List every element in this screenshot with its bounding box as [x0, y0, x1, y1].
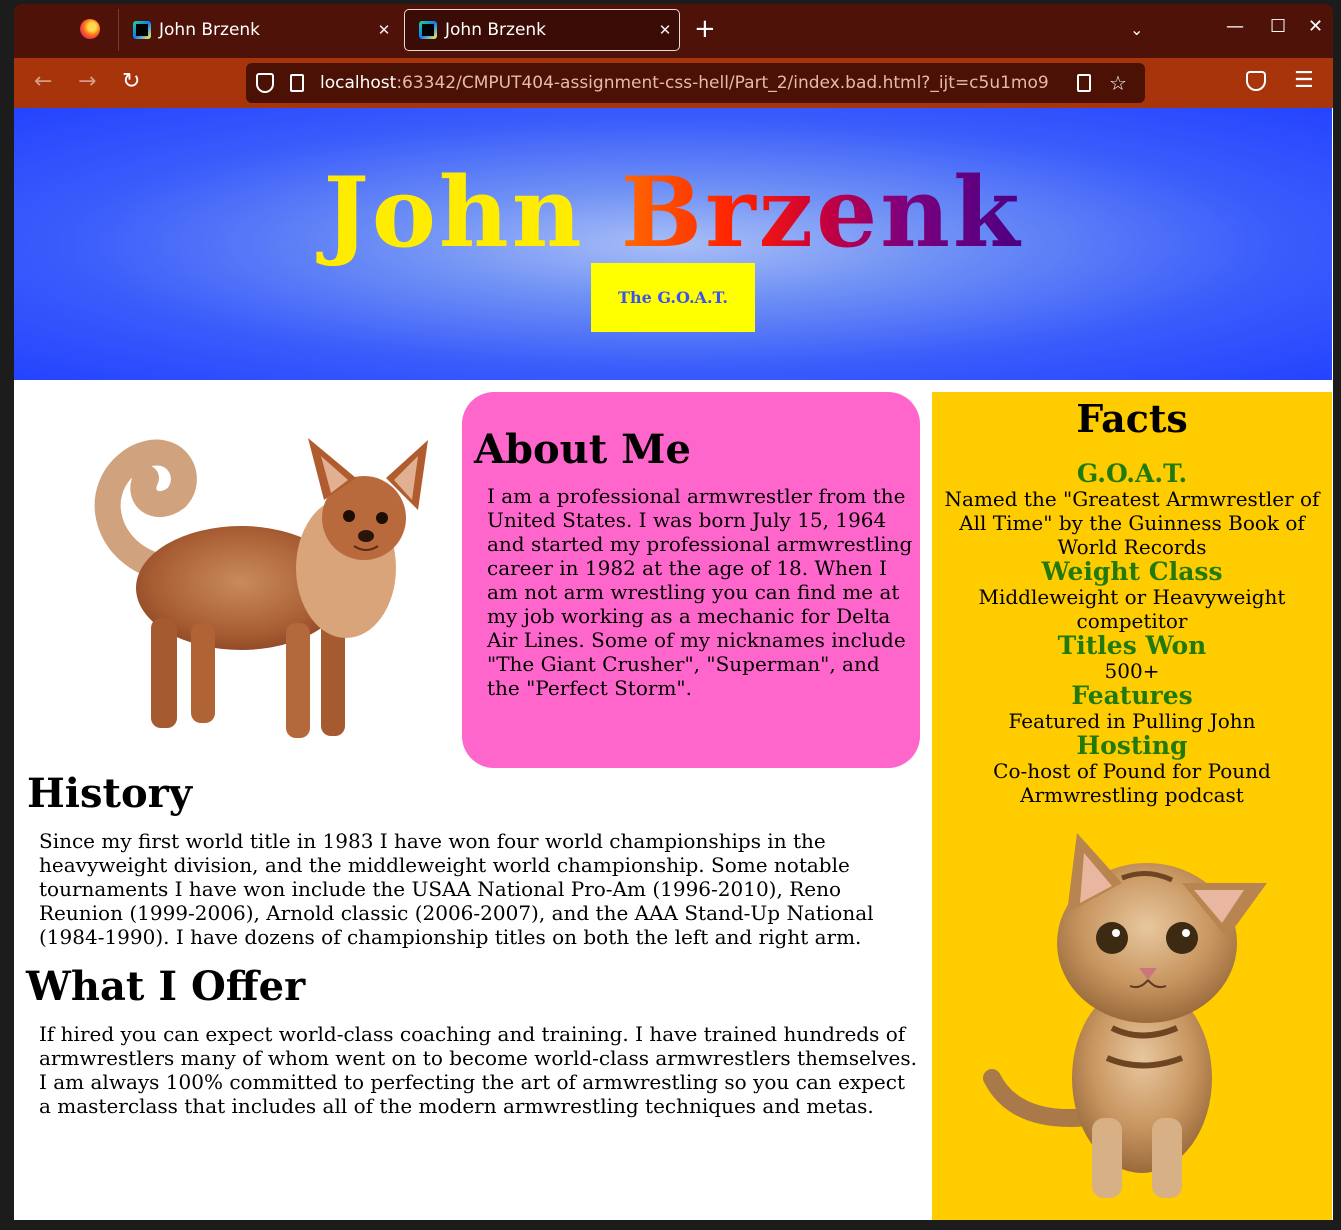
- tab-1[interactable]: John Brzenk ✕: [118, 9, 398, 51]
- fact-heading: Weight Class: [1041, 557, 1223, 586]
- tab-2-active[interactable]: John Brzenk ✕: [404, 9, 680, 51]
- fact-item: G.O.A.T. Named the "Greatest Armwrestler…: [932, 459, 1332, 560]
- tab-strip: John Brzenk ✕ John Brzenk ✕ + ⌄ — ☐ ✕: [14, 4, 1333, 58]
- forward-arrow-icon[interactable]: →: [78, 70, 96, 94]
- maximize-icon[interactable]: ☐: [1270, 16, 1286, 37]
- close-icon[interactable]: ✕: [651, 21, 679, 39]
- fact-item: Titles Won 500+: [932, 631, 1332, 684]
- close-icon[interactable]: ✕: [370, 21, 398, 39]
- shield-icon[interactable]: [256, 73, 274, 93]
- page-icon[interactable]: [290, 74, 304, 92]
- about-card: About Me I am a professional armwrestler…: [462, 392, 920, 768]
- url-host: localhost: [320, 73, 397, 93]
- reload-icon[interactable]: ↻: [122, 70, 140, 94]
- about-text: I am a professional armwrestler from the…: [487, 484, 913, 700]
- fact-item: Features Featured in Pulling John: [932, 681, 1332, 734]
- kitten-image: [983, 833, 1267, 1198]
- chevron-down-icon[interactable]: ⌄: [1130, 20, 1143, 39]
- fact-heading: Features: [1071, 681, 1193, 710]
- navigation-toolbar: ← → ↻ localhost:63342/CMPUT404-assignmen…: [14, 58, 1333, 108]
- address-bar[interactable]: localhost:63342/CMPUT404-assignment-css-…: [246, 63, 1145, 103]
- url-path: :63342/CMPUT404-assignment-css-hell/Part…: [396, 73, 1049, 93]
- tab-title: John Brzenk: [445, 20, 547, 40]
- facts-sidebar: Facts G.O.A.T. Named the "Greatest Armwr…: [932, 392, 1332, 1220]
- minimize-icon[interactable]: —: [1226, 16, 1244, 37]
- pocket-icon[interactable]: [1246, 71, 1266, 91]
- fact-text: Co-host of Pound for Pound Armwrestling …: [993, 759, 1271, 807]
- fact-heading: Titles Won: [1057, 631, 1207, 660]
- reader-view-icon[interactable]: [1077, 74, 1091, 92]
- fact-text: Middleweight or Heavyweight competitor: [978, 585, 1286, 633]
- fact-heading: G.O.A.T.: [1076, 459, 1188, 488]
- history-text: Since my first world title in 1983 I hav…: [39, 829, 874, 949]
- firefox-logo-icon[interactable]: [80, 19, 100, 39]
- page-title: John Brzenk: [14, 156, 1332, 269]
- goat-badge: The G.O.A.T.: [591, 263, 755, 332]
- offer-heading: What I Offer: [26, 963, 306, 1010]
- webstorm-icon: [133, 21, 151, 39]
- webstorm-icon: [419, 21, 437, 39]
- window-close-icon[interactable]: ✕: [1308, 16, 1323, 37]
- first-name: John: [323, 156, 585, 269]
- last-name: Brzenk: [620, 156, 1023, 269]
- page-viewport: John Brzenk The G.O.A.T. About Me I am a…: [14, 108, 1333, 1220]
- fact-text: Named the "Greatest Armwrestler of All T…: [944, 487, 1320, 559]
- hamburger-menu-icon[interactable]: ☰: [1294, 68, 1314, 93]
- offer-text: If hired you can expect world-class coac…: [39, 1022, 917, 1118]
- new-tab-button[interactable]: +: [694, 16, 716, 42]
- fact-text: 500+: [1104, 659, 1160, 683]
- facts-list: G.O.A.T. Named the "Greatest Armwrestler…: [932, 459, 1332, 808]
- chihuahua-image: [94, 438, 428, 738]
- fact-text: Featured in Pulling John: [1008, 709, 1256, 733]
- fact-heading: Hosting: [1076, 731, 1188, 760]
- fact-item: Hosting Co-host of Pound for Pound Armwr…: [932, 731, 1332, 808]
- tab-title: John Brzenk: [159, 20, 261, 40]
- fact-item: Weight Class Middleweight or Heavyweight…: [932, 557, 1332, 634]
- url-text[interactable]: localhost:63342/CMPUT404-assignment-css-…: [320, 73, 1065, 93]
- history-heading: History: [27, 770, 192, 817]
- back-arrow-icon[interactable]: ←: [34, 70, 52, 94]
- star-icon[interactable]: ☆: [1109, 71, 1127, 95]
- hero-header: John Brzenk The G.O.A.T.: [14, 108, 1332, 380]
- facts-heading: Facts: [1076, 396, 1188, 441]
- about-heading: About Me: [474, 426, 691, 473]
